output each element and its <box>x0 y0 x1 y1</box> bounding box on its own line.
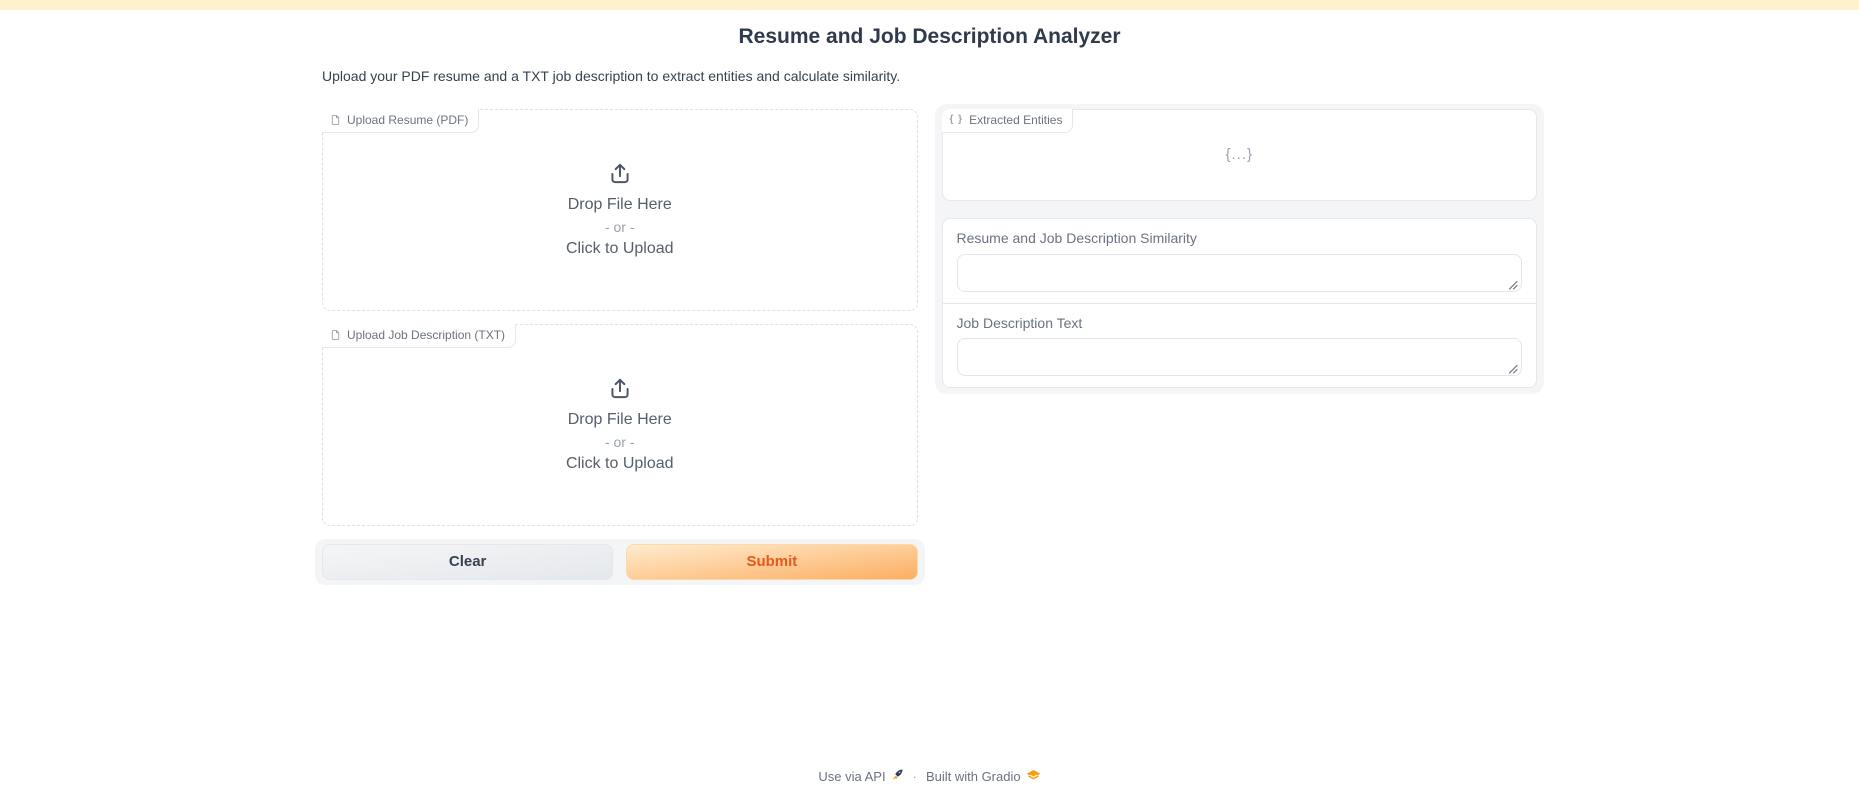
submit-button[interactable]: Submit <box>626 544 917 580</box>
resume-upload-instructions: Drop File Here - or - Click to Upload <box>566 161 674 258</box>
input-column: Upload Resume (PDF) Drop File Here - or … <box>315 104 925 585</box>
built-with-gradio-link[interactable]: Built with Gradio <box>926 769 1041 784</box>
use-via-api-text: Use via API <box>818 769 885 784</box>
output-column: { } Extracted Entities {...} Resume and … <box>935 104 1545 395</box>
similarity-field[interactable] <box>957 254 1523 292</box>
upload-icon <box>607 161 633 187</box>
resize-handle-icon[interactable] <box>1508 361 1518 371</box>
rocket-icon <box>891 768 904 784</box>
output-form: Resume and Job Description Similarity Jo… <box>942 218 1538 389</box>
job-description-upload-dropzone[interactable]: Upload Job Description (TXT) Drop File H… <box>322 324 918 526</box>
resume-upload-dropzone[interactable]: Upload Resume (PDF) Drop File Here - or … <box>322 109 918 311</box>
resume-upload-label-text: Upload Resume (PDF) <box>347 113 468 127</box>
resume-upload-label: Upload Resume (PDF) <box>322 109 479 133</box>
or-text: - or - <box>605 434 635 450</box>
gradio-logo-icon <box>1026 769 1041 784</box>
curly-braces-icon: { } <box>950 114 964 125</box>
use-via-api-link[interactable]: Use via API <box>818 768 903 784</box>
drop-file-text: Drop File Here <box>568 196 672 214</box>
top-status-banner <box>0 0 1859 10</box>
resize-handle-icon[interactable] <box>1508 277 1518 287</box>
page-subtitle: Upload your PDF resume and a TXT job des… <box>315 67 1544 87</box>
clear-button[interactable]: Clear <box>322 544 613 580</box>
job-text-field-label: Job Description Text <box>957 315 1523 332</box>
job-description-upload-label: Upload Job Description (TXT) <box>322 324 516 348</box>
job-description-upload-label-text: Upload Job Description (TXT) <box>347 328 505 342</box>
json-empty-value: {...} <box>1225 146 1253 163</box>
click-to-upload-text: Click to Upload <box>566 240 674 258</box>
built-with-gradio-text: Built with Gradio <box>926 769 1021 784</box>
extracted-entities-label: { } Extracted Entities <box>942 109 1074 133</box>
footer-separator: · <box>913 769 917 784</box>
upload-icon <box>607 376 633 402</box>
similarity-field-label: Resume and Job Description Similarity <box>957 230 1523 247</box>
action-button-row: Clear Submit <box>315 539 925 585</box>
main-row: Upload Resume (PDF) Drop File Here - or … <box>315 104 1544 585</box>
file-icon <box>330 329 341 341</box>
similarity-field-group: Resume and Job Description Similarity <box>943 219 1537 303</box>
job-description-text-field[interactable] <box>957 338 1523 376</box>
app-container: Resume and Job Description Analyzer Uplo… <box>315 23 1544 585</box>
drop-file-text: Drop File Here <box>568 411 672 429</box>
click-to-upload-text: Click to Upload <box>566 455 674 473</box>
page-title: Resume and Job Description Analyzer <box>315 23 1544 50</box>
job-description-upload-instructions: Drop File Here - or - Click to Upload <box>566 376 674 473</box>
output-panel: { } Extracted Entities {...} Resume and … <box>935 104 1545 395</box>
job-text-field-group: Job Description Text <box>943 303 1537 388</box>
footer: Use via API · Built with Gradio <box>0 768 1859 784</box>
file-icon <box>330 114 341 126</box>
or-text: - or - <box>605 219 635 235</box>
extracted-entities-json-block: { } Extracted Entities {...} <box>942 109 1538 201</box>
extracted-entities-label-text: Extracted Entities <box>969 113 1062 127</box>
